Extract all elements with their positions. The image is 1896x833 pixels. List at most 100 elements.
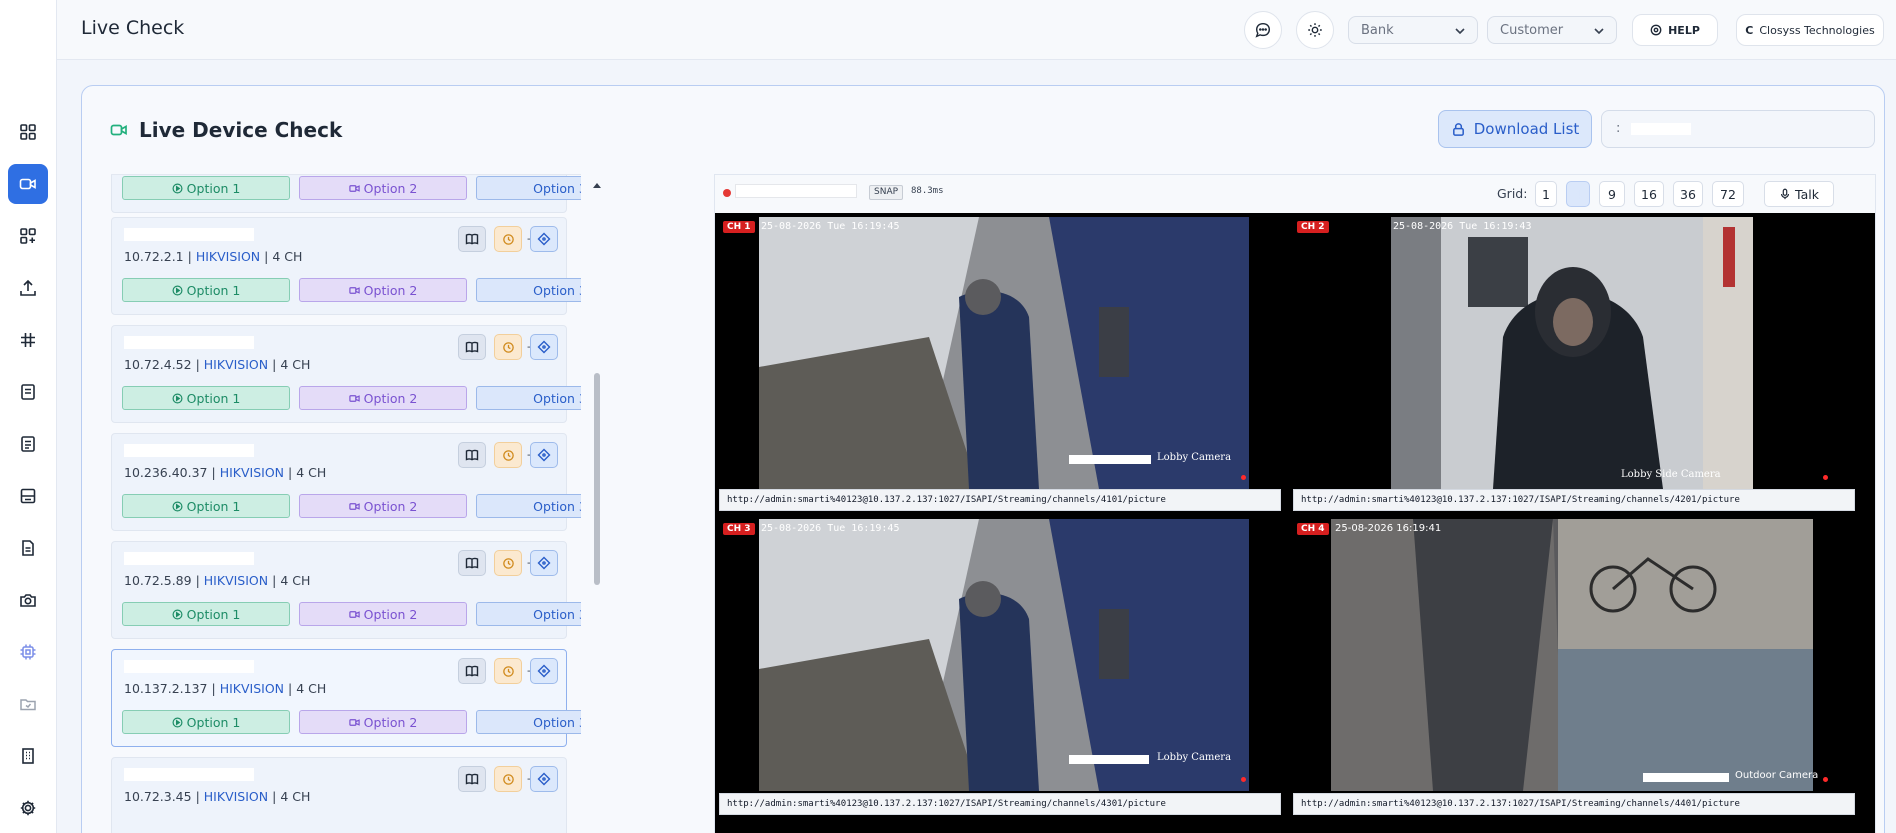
organization-button[interactable]: C Closyss Technologies xyxy=(1736,14,1884,46)
device-info: 10.72.2.1 | HIKVISION | 4 CH xyxy=(124,249,303,264)
device-card[interactable]: - - - 10.72.4.52 | HIKVISION | 4 CH Opti… xyxy=(111,325,581,423)
option-3-button[interactable]: Option 3 xyxy=(476,176,581,200)
history-button[interactable] xyxy=(494,334,522,360)
device-card[interactable]: - - - 10.236.40.37 | HIKVISION | 4 CH Op… xyxy=(111,433,581,531)
sidebar-item-processor[interactable] xyxy=(8,632,48,672)
sidebar-item-hash[interactable] xyxy=(8,320,48,360)
sidebar-item-branches[interactable] xyxy=(8,736,48,776)
talk-button[interactable]: Talk xyxy=(1764,181,1834,207)
book-icon xyxy=(465,665,479,677)
option-1-button[interactable]: Option 1 xyxy=(122,602,290,626)
history-button[interactable] xyxy=(494,550,522,576)
view-details-button[interactable] xyxy=(458,334,486,360)
device-list: Option 1 Option 2 Option 3 - - - 10.72.2… xyxy=(111,174,581,833)
device-options: Option 1 Option 2 Option 3 xyxy=(122,494,581,518)
option-2-button[interactable]: Option 2 xyxy=(299,710,467,734)
tag-button[interactable] xyxy=(530,442,558,468)
view-details-button[interactable] xyxy=(458,658,486,684)
scrollbar-thumb[interactable] xyxy=(594,373,600,585)
card-title: Live Device Check xyxy=(109,118,342,142)
camera-tile-ch2[interactable]: CH 2 25-08-2026 Tue 16:19:43 Lobby Side … xyxy=(1293,217,1871,489)
grid-option-16[interactable]: 16 xyxy=(1634,181,1664,207)
help-label: HELP xyxy=(1668,23,1700,37)
grid-option-4[interactable]: 4 xyxy=(1566,181,1590,207)
tag-button[interactable] xyxy=(530,226,558,252)
view-details-button[interactable] xyxy=(458,442,486,468)
option-3-button[interactable]: Option 3 xyxy=(476,278,581,302)
option-3-button[interactable]: Option 3 xyxy=(476,602,581,626)
sidebar-item-upload[interactable] xyxy=(8,268,48,308)
recording-indicator xyxy=(1823,475,1828,480)
sidebar-item-logs[interactable] xyxy=(8,424,48,464)
device-card[interactable]: - - - 10.72.3.45 | HIKVISION | 4 CH xyxy=(111,757,567,833)
option-3-button[interactable]: Option 3 xyxy=(476,710,581,734)
tag-button[interactable] xyxy=(530,658,558,684)
chat-button[interactable] xyxy=(1244,11,1282,49)
option-2-label: Option 2 xyxy=(363,498,418,514)
tag-button[interactable] xyxy=(530,766,558,792)
sidebar-item-snapshot[interactable] xyxy=(8,580,48,620)
device-info: 10.72.4.52 | HIKVISION | 4 CH xyxy=(124,357,311,372)
view-details-button[interactable] xyxy=(458,226,486,252)
theme-toggle-button[interactable] xyxy=(1296,11,1334,49)
download-list-button[interactable]: Download List xyxy=(1438,110,1592,148)
video-camera-icon xyxy=(348,184,360,192)
grid-option-72[interactable]: 72 xyxy=(1712,181,1744,207)
camera-tile-ch1[interactable]: CH 1 25-08-2026 Tue 16:19:45 Lobby Camer… xyxy=(719,217,1291,489)
play-circle-icon xyxy=(172,609,183,619)
tag-button[interactable] xyxy=(530,334,558,360)
option-1-button[interactable]: Option 1 xyxy=(122,386,290,410)
grid-option-1[interactable]: 1 xyxy=(1535,181,1557,207)
option-1-button[interactable]: Option 1 xyxy=(122,176,290,200)
view-details-button[interactable] xyxy=(458,550,486,576)
grid-option-9[interactable]: 9 xyxy=(1599,181,1625,207)
sidebar-item-folder[interactable] xyxy=(8,684,48,724)
option-2-button[interactable]: Option 2 xyxy=(299,602,467,626)
device-card[interactable]: - - - 10.72.5.89 | HIKVISION | 4 CH Opti… xyxy=(111,541,581,639)
sidebar-item-report[interactable] xyxy=(8,372,48,412)
option-1-button[interactable]: Option 1 xyxy=(122,494,290,518)
option-1-button[interactable]: Option 1 xyxy=(122,710,290,734)
camera-tile-ch3[interactable]: CH 3 25-08-2026 Tue 16:19:45 Lobby Camer… xyxy=(719,519,1291,791)
sidebar-item-live-check[interactable] xyxy=(8,164,48,204)
book-icon xyxy=(465,341,479,353)
tag-icon xyxy=(537,448,551,462)
view-details-button[interactable] xyxy=(458,766,486,792)
device-label-field xyxy=(735,184,857,198)
tag-button[interactable] xyxy=(530,550,558,576)
help-button[interactable]: HELP xyxy=(1632,14,1718,46)
sidebar-item-dashboard[interactable] xyxy=(8,112,48,152)
option-1-label: Option 1 xyxy=(186,498,241,514)
history-button[interactable] xyxy=(494,658,522,684)
option-3-button[interactable]: Option 3 xyxy=(476,494,581,518)
history-button[interactable] xyxy=(494,442,522,468)
sidebar-item-records[interactable] xyxy=(8,476,48,516)
sidebar-item-files[interactable] xyxy=(8,528,48,568)
option-1-button[interactable]: Option 1 xyxy=(122,278,290,302)
customer-select[interactable]: Customer xyxy=(1487,16,1617,44)
option-3-button[interactable]: Option 3 xyxy=(476,386,581,410)
snap-badge: SNAP xyxy=(869,185,904,200)
device-name xyxy=(124,660,254,673)
device-search-input[interactable]: : xyxy=(1601,110,1875,148)
device-card[interactable]: Option 1 Option 2 Option 3 xyxy=(111,175,581,213)
device-card[interactable]: - - - 10.72.2.1 | HIKVISION | 4 CH Optio… xyxy=(111,217,581,315)
topbar: Live Check Bank Customer HELP C Closyss … xyxy=(57,0,1896,60)
option-2-button[interactable]: Option 2 xyxy=(299,278,467,302)
option-2-button[interactable]: Option 2 xyxy=(299,386,467,410)
clock-icon xyxy=(502,665,514,677)
add-grid-icon xyxy=(20,228,36,244)
history-button[interactable] xyxy=(494,226,522,252)
option-2-button[interactable]: Option 2 xyxy=(299,494,467,518)
option-2-button[interactable]: Option 2 xyxy=(299,176,467,200)
camera-timestamp: 25-08-2026 16:19:41 xyxy=(1335,523,1442,534)
camera-tile-ch4[interactable]: CH 4 25-08-2026 16:19:41 Outdoor Camera xyxy=(1293,519,1871,791)
history-button[interactable] xyxy=(494,766,522,792)
bank-select[interactable]: Bank xyxy=(1348,16,1478,44)
device-list-scrollbar[interactable] xyxy=(592,181,602,831)
sidebar-item-add-module[interactable] xyxy=(8,216,48,256)
grid-option-36[interactable]: 36 xyxy=(1673,181,1703,207)
sidebar-item-settings[interactable] xyxy=(8,788,48,828)
camera-label: Lobby Camera xyxy=(1157,452,1232,463)
device-card-selected[interactable]: - - - 10.137.2.137 | HIKVISION | 4 CH Op… xyxy=(111,649,581,747)
